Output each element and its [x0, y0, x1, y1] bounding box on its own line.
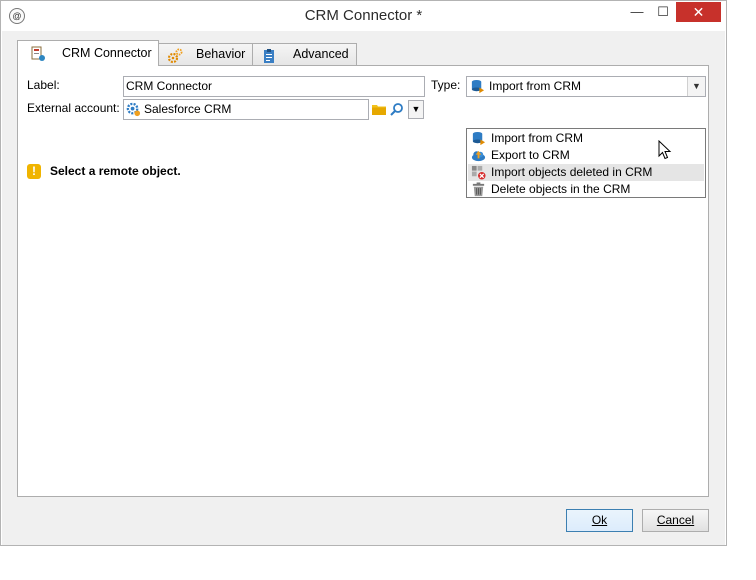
- type-option-label: Import objects deleted in CRM: [491, 165, 653, 179]
- folder-icon[interactable]: [372, 103, 386, 116]
- warning-icon: !: [27, 164, 41, 179]
- external-account-value: Salesforce CRM: [144, 102, 232, 116]
- cancel-button[interactable]: Cancel: [642, 509, 709, 532]
- close-button[interactable]: ✕: [676, 2, 721, 22]
- title-bar[interactable]: @ CRM Connector * — ☐ ✕: [1, 1, 726, 31]
- cloud-export-icon: [471, 150, 486, 162]
- minimize-button[interactable]: —: [626, 2, 648, 22]
- dialog-window: @ CRM Connector * — ☐ ✕ CRM Connector Be…: [0, 0, 727, 546]
- clipboard-icon: [264, 49, 274, 63]
- maximize-button[interactable]: ☐: [652, 2, 674, 22]
- type-option-import-deleted[interactable]: Import objects deleted in CRM: [468, 164, 704, 181]
- type-caption: Type:: [431, 78, 461, 92]
- type-option-delete[interactable]: Delete objects in the CRM: [468, 181, 704, 198]
- tab-advanced[interactable]: Advanced: [252, 43, 357, 65]
- label-input[interactable]: CRM Connector: [123, 76, 425, 97]
- chevron-down-icon[interactable]: ▼: [687, 77, 705, 96]
- external-account-input[interactable]: Salesforce CRM: [123, 99, 369, 120]
- tab-crm-connector[interactable]: CRM Connector: [17, 40, 159, 66]
- label-caption: Label:: [27, 78, 60, 92]
- gears-icon: [167, 48, 183, 64]
- database-import-icon: [471, 79, 485, 94]
- tab-label: Behavior: [196, 47, 246, 61]
- type-option-label: Export to CRM: [491, 148, 570, 162]
- warning-message: Select a remote object.: [50, 164, 181, 178]
- ok-button[interactable]: Ok: [566, 509, 633, 532]
- tab-label: Advanced: [293, 47, 349, 61]
- cancel-button-label: Cancel: [656, 513, 695, 527]
- dialog-body: CRM Connector Behavior Advanced Label: C…: [2, 31, 725, 545]
- account-dropdown-button[interactable]: ▼: [408, 100, 424, 119]
- type-option-label: Import from CRM: [491, 131, 584, 145]
- deleted-objects-icon: [471, 165, 486, 180]
- type-select[interactable]: Import from CRM ▼: [466, 76, 706, 97]
- tab-label: CRM Connector: [62, 46, 152, 60]
- window-title: CRM Connector *: [304, 7, 423, 24]
- type-option-label: Delete objects in the CRM: [491, 182, 631, 196]
- mouse-cursor-icon: [658, 140, 672, 160]
- trash-icon: [472, 182, 485, 197]
- external-account-caption: External account:: [27, 101, 120, 115]
- crm-connector-icon: [31, 46, 45, 61]
- salesforce-account-icon: [126, 102, 141, 117]
- database-import-icon: [472, 131, 486, 146]
- tab-behavior[interactable]: Behavior: [158, 43, 253, 65]
- ok-button-label: Ok: [591, 513, 608, 527]
- tab-panel-crm-connector: Label: CRM Connector Type: Import from C…: [17, 65, 709, 497]
- type-dropdown-list: Import from CRM Export to CRM Import obj…: [466, 128, 706, 198]
- search-icon[interactable]: [390, 102, 404, 116]
- type-selected-value: Import from CRM: [489, 79, 582, 93]
